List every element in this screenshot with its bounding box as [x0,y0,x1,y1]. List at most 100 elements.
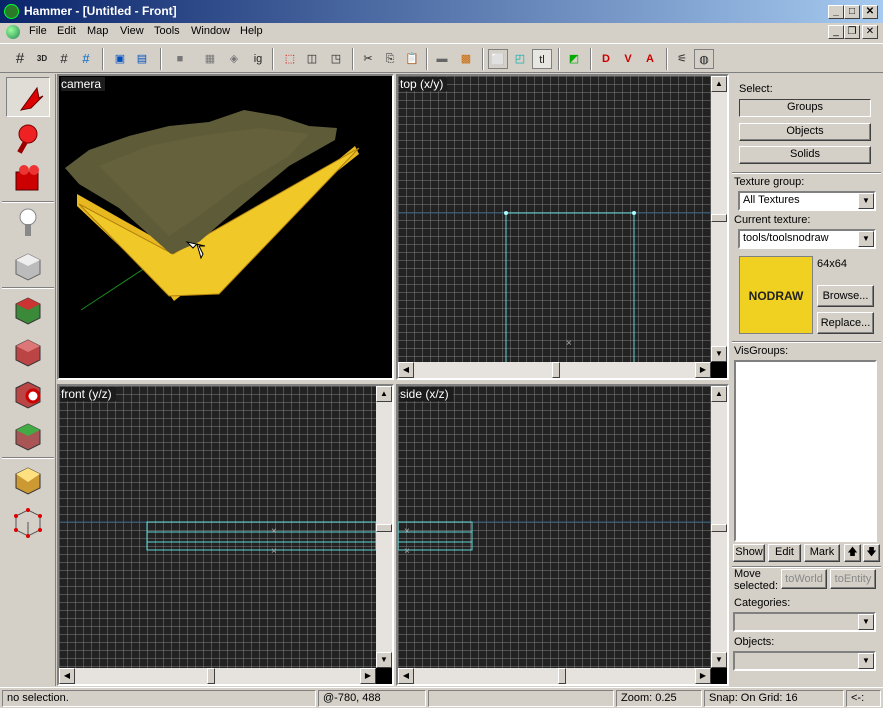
front-viewport-hscrollbar[interactable]: ◀ ▶ [59,668,376,684]
chevron-down-icon[interactable]: ▼ [858,193,874,209]
menu-window[interactable]: Window [191,25,230,37]
scroll-down-icon[interactable]: ▼ [711,652,727,668]
select-handles-icon[interactable]: ◰ [510,49,530,69]
chevron-down-icon[interactable]: ▼ [858,231,874,247]
visgroup-show-button[interactable]: Show [733,544,765,562]
chevron-down-icon[interactable]: ▼ [858,614,874,630]
clipping-tool-icon[interactable] [6,460,50,500]
select-groups-button[interactable]: Groups [739,99,871,117]
ungroup-icon[interactable]: ▤ [132,49,152,69]
visgroup-edit-button[interactable]: Edit [768,544,801,562]
selection-tool-icon[interactable] [6,77,50,117]
replace-button[interactable]: Replace... [817,312,874,334]
select-solids-button[interactable]: Solids [739,146,871,164]
scroll-thumb[interactable] [552,362,560,378]
visgroups-list[interactable] [734,360,877,542]
smaller-grid-icon[interactable]: # [54,49,74,69]
doc-globe-icon[interactable] [6,25,20,39]
scroll-right-icon[interactable]: ▶ [695,362,711,378]
objects-select[interactable]: ▼ [733,651,876,671]
menu-view[interactable]: View [120,25,144,37]
path-icon[interactable]: ⚟ [672,49,692,69]
browse-button[interactable]: Browse... [817,285,874,307]
grid-toggle-icon[interactable]: # [10,49,30,69]
scroll-left-icon[interactable]: ◀ [59,668,75,684]
scroll-up-icon[interactable]: ▲ [711,386,727,402]
ignore-groups-icon[interactable]: ig [248,49,268,69]
scroll-left-icon[interactable]: ◀ [398,362,414,378]
to-world-button[interactable]: toWorld [781,569,827,589]
menu-edit[interactable]: Edit [57,25,76,37]
top-viewport[interactable]: top (x/y) × ▲ ▼ ◀ ▶ [396,74,729,380]
menu-help[interactable]: Help [240,25,263,37]
selection-box-icon[interactable]: ⬜ [488,49,508,69]
front-viewport-vscrollbar[interactable]: ▲ ▼ [376,386,392,668]
apply-texture-tool-icon[interactable] [6,332,50,372]
top-viewport-vscrollbar[interactable]: ▲ ▼ [711,76,727,362]
decal-tool-icon[interactable] [6,374,50,414]
close-button[interactable]: ✕ [862,5,878,19]
texture-preview[interactable]: NODRAW [739,256,813,334]
scroll-up-icon[interactable]: ▲ [376,386,392,402]
menu-tools[interactable]: Tools [154,25,180,37]
mdi-minimize-button[interactable]: _ [828,25,844,39]
categories-select[interactable]: ▼ [733,612,876,632]
side-viewport-vscrollbar[interactable]: ▲ ▼ [711,386,727,668]
group-icon[interactable]: ▣ [110,49,130,69]
cut-icon[interactable]: ✂ [358,49,378,69]
camera-tool-icon[interactable] [6,160,50,200]
move-up-icon[interactable]: 🡅 [844,544,861,562]
hide-selected-icon[interactable]: ■ [170,49,190,69]
paste-icon[interactable]: 📋 [402,49,422,69]
side-viewport-hscrollbar[interactable]: ◀ ▶ [398,668,711,684]
to-entity-button[interactable]: toEntity [830,569,876,589]
toggle-helpers-icon[interactable]: ⬚ [280,49,300,69]
minimize-button[interactable]: _ [828,5,844,19]
check-problems-icon[interactable]: V [618,49,638,69]
menu-file[interactable]: File [29,25,47,37]
scroll-down-icon[interactable]: ▼ [711,346,727,362]
side-viewport[interactable]: side (x/z) × × ▲ ▼ ◀ ▶ [396,384,729,686]
vertex-tool-icon[interactable] [6,502,50,542]
texture-application-tool-icon[interactable] [6,290,50,330]
scroll-thumb[interactable] [711,524,727,532]
block-tool-icon[interactable] [6,246,50,286]
overlay-tool-icon[interactable] [6,416,50,456]
scroll-up-icon[interactable]: ▲ [711,76,727,92]
scroll-right-icon[interactable]: ▶ [360,668,376,684]
texture-scale-lock-icon[interactable]: ▩ [456,49,476,69]
maximize-button[interactable]: □ [844,5,860,19]
copy-icon[interactable]: ⎘ [380,49,400,69]
texture-lock-icon[interactable]: ▬ [432,49,452,69]
current-texture-select[interactable]: tools/toolsnodraw ▼ [738,229,876,249]
texture-group-select[interactable]: All Textures ▼ [738,191,876,211]
magnify-tool-icon[interactable] [6,119,50,159]
scroll-thumb[interactable] [558,668,566,684]
visgroup-mark-button[interactable]: Mark [804,544,840,562]
scroll-down-icon[interactable]: ▼ [376,652,392,668]
select-objects-button[interactable]: Objects [739,123,871,141]
scroll-thumb[interactable] [711,214,727,222]
scroll-thumb[interactable] [376,524,392,532]
mdi-close-button[interactable]: ✕ [862,25,878,39]
hollow-icon[interactable]: ◈ [224,49,244,69]
flip-icon[interactable]: ◩ [564,49,584,69]
entity-report-icon[interactable]: A [640,49,660,69]
top-viewport-hscrollbar[interactable]: ◀ ▶ [398,362,711,378]
carve-icon[interactable]: ▦ [200,49,220,69]
move-down-icon[interactable]: 🡇 [863,544,880,562]
run-map-icon[interactable]: D [596,49,616,69]
front-viewport[interactable]: front (y/z) × × ▲ ▼ ◀ ▶ [57,384,394,686]
camera-viewport[interactable]: camera [57,74,394,380]
mdi-restore-button[interactable]: ❐ [844,25,860,39]
entity-tool-icon[interactable] [6,204,50,244]
scroll-left-icon[interactable]: ◀ [398,668,414,684]
scroll-right-icon[interactable]: ▶ [695,668,711,684]
toggle-models-icon[interactable]: ◫ [302,49,322,69]
menu-map[interactable]: Map [87,25,108,37]
scroll-thumb[interactable] [207,668,215,684]
chevron-down-icon[interactable]: ▼ [858,653,874,669]
larger-grid-icon[interactable]: # [76,49,96,69]
texture-lock-toggle-icon[interactable]: tl [532,49,552,69]
sphere-icon[interactable]: ◍ [694,49,714,69]
